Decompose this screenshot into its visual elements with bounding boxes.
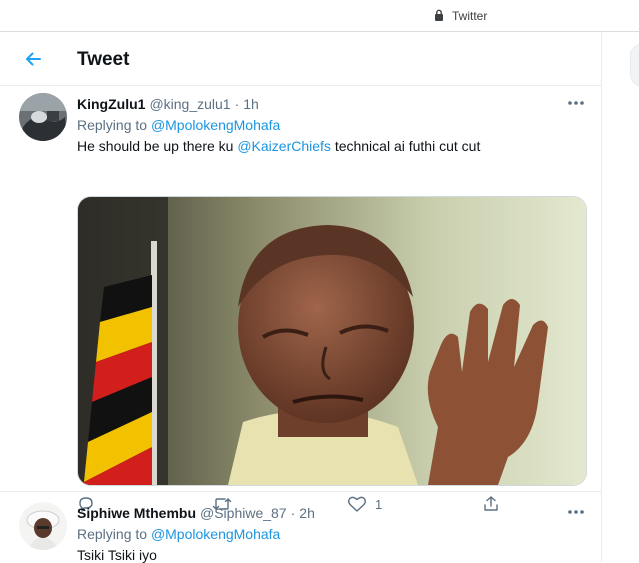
more-options-icon[interactable] xyxy=(567,98,585,108)
tweet[interactable]: KingZulu1 @king_zulu1 · 1h Replying to @Mpo… xyxy=(0,86,601,512)
avatar[interactable] xyxy=(19,502,67,550)
user-handle[interactable]: @Siphiwe_87 xyxy=(200,505,287,521)
replying-prefix: Replying to xyxy=(77,117,148,133)
replying-prefix: Replying to xyxy=(77,526,148,542)
tweet-text: Tsiki Tsiki iyo xyxy=(77,547,157,563)
author-line: Siphiwe Mthembu @Siphiwe_87 · 2h xyxy=(77,505,315,521)
tweet-text-end: technical ai futhi cut cut xyxy=(334,138,481,154)
browser-address-bar: Twitter xyxy=(0,0,639,32)
separator-dot: · xyxy=(234,96,240,112)
more-options-icon[interactable] xyxy=(567,507,585,517)
page-header: Tweet xyxy=(0,32,601,86)
timestamp[interactable]: 2h xyxy=(299,505,315,521)
search-box-edge[interactable] xyxy=(630,44,639,86)
arrow-left-icon[interactable] xyxy=(20,46,46,72)
replying-to: Replying to @MpolokengMohafa xyxy=(77,526,280,542)
tweet[interactable]: Siphiwe Mthembu @Siphiwe_87 · 2h Replying t… xyxy=(0,492,601,563)
page-title: Tweet xyxy=(77,49,130,70)
site-label: Twitter xyxy=(452,9,488,23)
lock-icon xyxy=(435,9,443,21)
timestamp[interactable]: 1h xyxy=(243,96,259,112)
tweet-text-start: He should be up there ku xyxy=(77,138,234,154)
display-name[interactable]: Siphiwe Mthembu xyxy=(77,505,196,521)
tweet-text: He should be up there ku @KaizerChiefs t… xyxy=(77,138,480,154)
display-name[interactable]: KingZulu1 xyxy=(77,96,145,112)
user-handle[interactable]: @king_zulu1 xyxy=(149,96,230,112)
replying-to: Replying to @MpolokengMohafa xyxy=(77,117,280,133)
avatar[interactable] xyxy=(19,93,67,141)
separator-dot: · xyxy=(290,505,296,521)
mention-link[interactable]: @KaizerChiefs xyxy=(237,138,331,154)
tweet-image[interactable] xyxy=(77,196,587,486)
main-column: Tweet KingZulu1 @king_zulu1 · 1h Replying t… xyxy=(0,32,602,563)
replying-to-mention[interactable]: @MpolokengMohafa xyxy=(151,526,280,542)
author-line: KingZulu1 @king_zulu1 · 1h xyxy=(77,96,259,112)
replying-to-mention[interactable]: @MpolokengMohafa xyxy=(151,117,280,133)
